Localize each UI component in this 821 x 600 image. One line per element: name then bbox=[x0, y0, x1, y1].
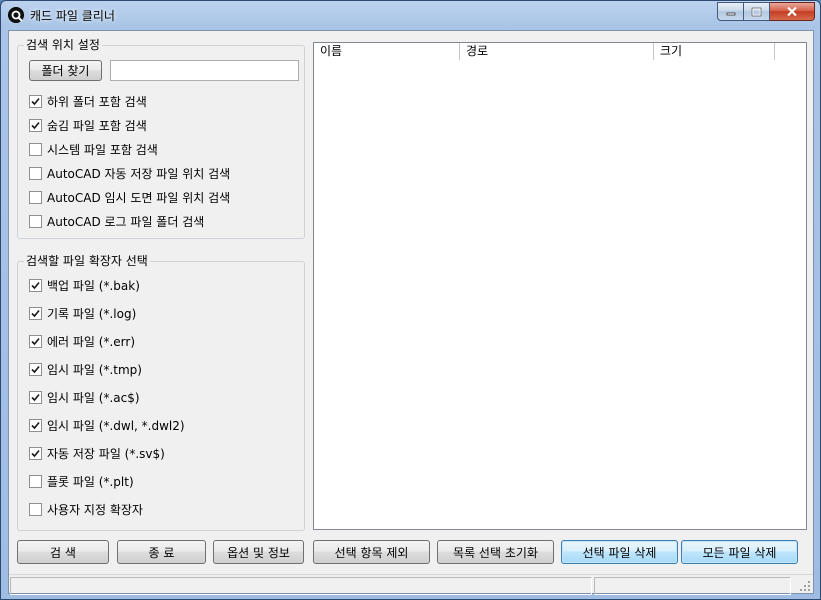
checkbox-item[interactable]: 숨김 파일 포함 검색 bbox=[29, 118, 147, 133]
close-icon bbox=[787, 6, 797, 17]
magnifier-icon[interactable] bbox=[8, 7, 24, 23]
checkbox-checked[interactable] bbox=[29, 118, 42, 132]
checkbox-item[interactable]: 임시 파일 (*.tmp) bbox=[29, 362, 142, 377]
checkbox-checked[interactable] bbox=[29, 390, 42, 404]
checkbox-item[interactable]: 플롯 파일 (*.plt) bbox=[29, 474, 134, 489]
status-pane-left bbox=[10, 577, 592, 595]
column-path[interactable]: 경로 bbox=[460, 43, 654, 60]
checkbox-label: 숨김 파일 포함 검색 bbox=[47, 118, 147, 133]
checkbox-item[interactable]: 백업 파일 (*.bak) bbox=[29, 278, 140, 293]
checkbox-item[interactable]: 사용자 지정 확장자 bbox=[29, 502, 143, 517]
checkbox-label: 에러 파일 (*.err) bbox=[47, 334, 136, 349]
reset-selection-button[interactable]: 목록 선택 초기화 bbox=[437, 540, 554, 564]
checkbox-unchecked[interactable] bbox=[29, 214, 42, 228]
checkbox-label: 자동 저장 파일 (*.sv$) bbox=[47, 446, 165, 461]
checkbox-label: 임시 파일 (*.dwl, *.dwl2) bbox=[47, 418, 185, 433]
checkbox-item[interactable]: 임시 파일 (*.ac$) bbox=[29, 390, 140, 405]
status-pane-right bbox=[594, 577, 791, 595]
delete-all-button[interactable]: 모든 파일 삭제 bbox=[681, 540, 798, 564]
status-bar bbox=[9, 574, 813, 595]
exit-button[interactable]: 종 료 bbox=[117, 540, 206, 564]
search-button[interactable]: 검 색 bbox=[17, 540, 109, 564]
checkbox-unchecked[interactable] bbox=[29, 502, 42, 516]
title-bar[interactable]: 캐드 파일 클리너 bbox=[1, 1, 820, 29]
checkbox-checked[interactable] bbox=[29, 446, 42, 460]
checkbox-item[interactable]: 자동 저장 파일 (*.sv$) bbox=[29, 446, 165, 461]
search-location-title: 검색 위치 설정 bbox=[24, 38, 102, 52]
checkbox-item[interactable]: AutoCAD 자동 저장 파일 위치 검색 bbox=[29, 166, 231, 181]
window-title: 캐드 파일 클리너 bbox=[30, 9, 115, 23]
column-size[interactable]: 크기 bbox=[654, 43, 775, 60]
checkbox-checked[interactable] bbox=[29, 306, 42, 320]
column-filler bbox=[775, 43, 806, 60]
checkbox-label: AutoCAD 자동 저장 파일 위치 검색 bbox=[47, 166, 231, 181]
checkbox-item[interactable]: AutoCAD 임시 도면 파일 위치 검색 bbox=[29, 190, 231, 205]
checkbox-item[interactable]: 임시 파일 (*.dwl, *.dwl2) bbox=[29, 418, 185, 433]
checkbox-label: AutoCAD 임시 도면 파일 위치 검색 bbox=[47, 190, 231, 205]
file-list-header: 이름 경로 크기 bbox=[314, 43, 806, 60]
app-window: 캐드 파일 클리너 검색 위치 설정 폴더 찾기 하위 폴더 포함 검색숨김 파… bbox=[0, 0, 821, 600]
file-list[interactable]: 이름 경로 크기 bbox=[313, 42, 807, 530]
checkbox-checked[interactable] bbox=[29, 94, 42, 108]
close-button[interactable] bbox=[770, 2, 815, 21]
extensions-title: 검색할 파일 확장자 선택 bbox=[24, 254, 150, 268]
checkbox-item[interactable]: 하위 폴더 포함 검색 bbox=[29, 94, 147, 109]
checkbox-item[interactable]: 에러 파일 (*.err) bbox=[29, 334, 136, 349]
maximize-icon bbox=[751, 7, 762, 16]
checkbox-label: AutoCAD 로그 파일 폴더 검색 bbox=[47, 214, 205, 229]
checkbox-label: 기록 파일 (*.log) bbox=[47, 306, 137, 321]
checkbox-label: 하위 폴더 포함 검색 bbox=[47, 94, 147, 109]
checkbox-unchecked[interactable] bbox=[29, 142, 42, 156]
options-info-button[interactable]: 옵션 및 정보 bbox=[213, 540, 304, 564]
search-location-group: 검색 위치 설정 폴더 찾기 하위 폴더 포함 검색숨김 파일 포함 검색시스템… bbox=[17, 38, 305, 239]
column-name[interactable]: 이름 bbox=[314, 43, 460, 60]
minimize-icon bbox=[726, 12, 735, 15]
checkbox-unchecked[interactable] bbox=[29, 190, 42, 204]
maximize-button[interactable] bbox=[744, 2, 770, 21]
resize-grip-icon[interactable] bbox=[800, 581, 811, 592]
checkbox-item[interactable]: AutoCAD 로그 파일 폴더 검색 bbox=[29, 214, 205, 229]
delete-selected-button[interactable]: 선택 파일 삭제 bbox=[561, 540, 678, 564]
checkbox-label: 시스템 파일 포함 검색 bbox=[47, 142, 158, 157]
minimize-button[interactable] bbox=[717, 2, 744, 21]
checkbox-label: 백업 파일 (*.bak) bbox=[47, 278, 140, 293]
checkbox-item[interactable]: 기록 파일 (*.log) bbox=[29, 306, 137, 321]
checkbox-unchecked[interactable] bbox=[29, 474, 42, 488]
extensions-group: 검색할 파일 확장자 선택 백업 파일 (*.bak) 기록 파일 (*.log)… bbox=[17, 254, 305, 531]
checkbox-label: 임시 파일 (*.ac$) bbox=[47, 390, 140, 405]
checkbox-checked[interactable] bbox=[29, 418, 42, 432]
checkbox-label: 임시 파일 (*.tmp) bbox=[47, 362, 142, 377]
checkbox-checked[interactable] bbox=[29, 278, 42, 292]
client-area: 검색 위치 설정 폴더 찾기 하위 폴더 포함 검색숨김 파일 포함 검색시스템… bbox=[8, 30, 814, 595]
checkbox-item[interactable]: 시스템 파일 포함 검색 bbox=[29, 142, 158, 157]
checkbox-checked[interactable] bbox=[29, 334, 42, 348]
checkbox-unchecked[interactable] bbox=[29, 166, 42, 180]
checkbox-checked[interactable] bbox=[29, 362, 42, 376]
exclude-selected-button[interactable]: 선택 항목 제외 bbox=[313, 540, 430, 564]
find-folder-button[interactable]: 폴더 찾기 bbox=[29, 60, 102, 81]
checkbox-label: 플롯 파일 (*.plt) bbox=[47, 474, 134, 489]
folder-path-input[interactable] bbox=[110, 60, 299, 81]
checkbox-label: 사용자 지정 확장자 bbox=[47, 502, 143, 517]
caption-buttons bbox=[717, 2, 815, 21]
